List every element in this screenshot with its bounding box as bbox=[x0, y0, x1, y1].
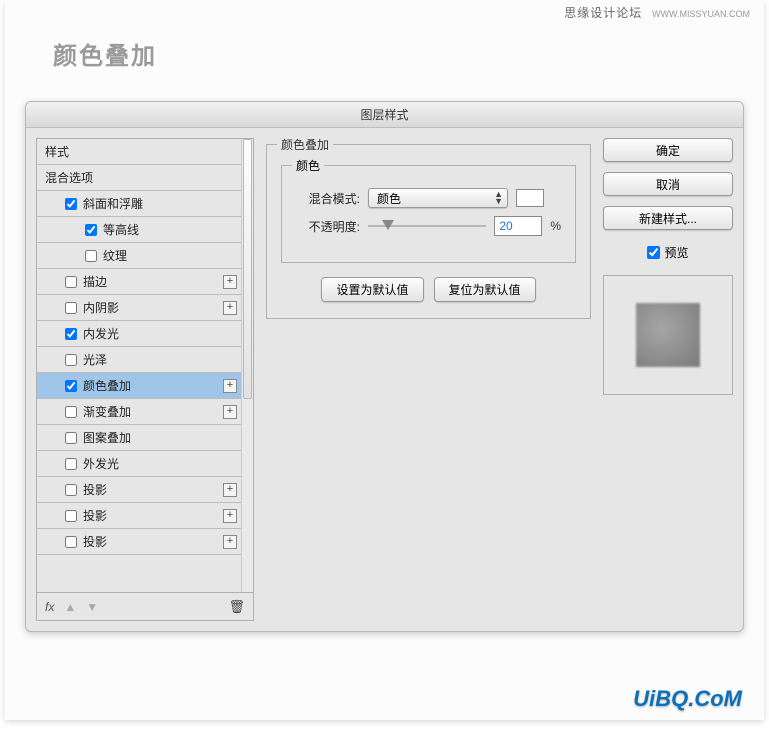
opacity-input[interactable] bbox=[494, 216, 542, 236]
scrollbar[interactable] bbox=[241, 139, 253, 592]
blend-mode-select[interactable]: 颜色 ▲▼ bbox=[368, 188, 508, 208]
style-outer-glow[interactable]: 外发光 bbox=[37, 451, 253, 477]
plus-icon[interactable]: + bbox=[223, 509, 237, 523]
forum-watermark: 思缘设计论坛 WWW.MISSYUAN.COM bbox=[564, 4, 750, 21]
checkbox[interactable] bbox=[65, 484, 77, 496]
checkbox[interactable] bbox=[65, 328, 77, 340]
color-swatch[interactable] bbox=[516, 189, 544, 207]
slider-thumb[interactable] bbox=[382, 220, 394, 230]
preview-checkbox-row: 预览 bbox=[603, 244, 733, 261]
dialog-actions: 确定 取消 新建样式... 预览 bbox=[603, 138, 733, 621]
style-contour[interactable]: 等高线 bbox=[37, 217, 253, 243]
checkbox[interactable] bbox=[65, 354, 77, 366]
style-drop-shadow-2[interactable]: 投影+ bbox=[37, 503, 253, 529]
checkbox[interactable] bbox=[65, 432, 77, 444]
preview-thumbnail bbox=[636, 303, 700, 367]
subgroup-title: 颜色 bbox=[292, 157, 324, 174]
style-stroke[interactable]: 描边+ bbox=[37, 269, 253, 295]
fx-icon[interactable]: fx bbox=[45, 600, 54, 614]
group-title: 颜色叠加 bbox=[277, 136, 333, 153]
styles-footer: fx ▲ ▼ 🗑 bbox=[36, 593, 254, 621]
new-style-button[interactable]: 新建样式... bbox=[603, 206, 733, 230]
style-inner-shadow[interactable]: 内阴影+ bbox=[37, 295, 253, 321]
reset-default-button[interactable]: 复位为默认值 bbox=[434, 277, 536, 302]
watermark-sub: WWW.MISSYUAN.COM bbox=[652, 9, 750, 19]
color-subgroup: 颜色 混合模式: 颜色 ▲▼ 不透明度: bbox=[281, 165, 576, 263]
color-overlay-group: 颜色叠加 颜色 混合模式: 颜色 ▲▼ 不透明度: bbox=[266, 144, 591, 319]
style-pattern-overlay[interactable]: 图案叠加 bbox=[37, 425, 253, 451]
plus-icon[interactable]: + bbox=[223, 483, 237, 497]
preview-label: 预览 bbox=[664, 244, 688, 261]
options-panel: 颜色叠加 颜色 混合模式: 颜色 ▲▼ 不透明度: bbox=[266, 138, 591, 621]
trash-icon[interactable]: 🗑 bbox=[228, 599, 245, 615]
checkbox[interactable] bbox=[65, 302, 77, 314]
style-gradient-overlay[interactable]: 渐变叠加+ bbox=[37, 399, 253, 425]
preview-box bbox=[603, 275, 733, 395]
style-color-overlay[interactable]: 颜色叠加+ bbox=[37, 373, 253, 399]
plus-icon[interactable]: + bbox=[223, 275, 237, 289]
checkbox[interactable] bbox=[85, 224, 97, 236]
styles-list: 样式 混合选项 斜面和浮雕 等高线 纹理 描边+ 内阴影+ 内发光 光泽 颜色叠… bbox=[36, 138, 254, 593]
dialog-title: 图层样式 bbox=[26, 102, 743, 128]
preview-checkbox[interactable] bbox=[647, 246, 660, 259]
layer-style-dialog: 图层样式 样式 混合选项 斜面和浮雕 等高线 纹理 描边+ 内阴影+ 内发光 光… bbox=[25, 101, 744, 632]
watermark-main: 思缘设计论坛 bbox=[564, 6, 642, 20]
checkbox[interactable] bbox=[85, 250, 97, 262]
checkbox[interactable] bbox=[65, 510, 77, 522]
scroll-thumb[interactable] bbox=[243, 139, 252, 399]
plus-icon[interactable]: + bbox=[223, 405, 237, 419]
opacity-slider[interactable] bbox=[368, 219, 486, 233]
checkbox[interactable] bbox=[65, 198, 77, 210]
styles-column: 样式 混合选项 斜面和浮雕 等高线 纹理 描边+ 内阴影+ 内发光 光泽 颜色叠… bbox=[36, 138, 254, 621]
style-texture[interactable]: 纹理 bbox=[37, 243, 253, 269]
style-drop-shadow-3[interactable]: 投影+ bbox=[37, 529, 253, 555]
blend-options-row[interactable]: 混合选项 bbox=[37, 165, 253, 191]
blend-mode-label: 混合模式: bbox=[296, 190, 360, 207]
arrow-down-icon[interactable]: ▼ bbox=[86, 600, 98, 614]
checkbox[interactable] bbox=[65, 380, 77, 392]
select-arrows-icon: ▲▼ bbox=[494, 191, 503, 205]
opacity-label: 不透明度: bbox=[296, 218, 360, 235]
arrow-up-icon[interactable]: ▲ bbox=[64, 600, 76, 614]
opacity-unit: % bbox=[550, 219, 561, 233]
checkbox[interactable] bbox=[65, 406, 77, 418]
set-default-button[interactable]: 设置为默认值 bbox=[321, 277, 423, 302]
checkbox[interactable] bbox=[65, 276, 77, 288]
styles-header[interactable]: 样式 bbox=[37, 139, 253, 165]
style-inner-glow[interactable]: 内发光 bbox=[37, 321, 253, 347]
plus-icon[interactable]: + bbox=[223, 379, 237, 393]
plus-icon[interactable]: + bbox=[223, 535, 237, 549]
plus-icon[interactable]: + bbox=[223, 301, 237, 315]
bottom-watermark: UiBQ.CoM bbox=[633, 686, 742, 712]
cancel-button[interactable]: 取消 bbox=[603, 172, 733, 196]
style-satin[interactable]: 光泽 bbox=[37, 347, 253, 373]
checkbox[interactable] bbox=[65, 458, 77, 470]
checkbox[interactable] bbox=[65, 536, 77, 548]
style-drop-shadow-1[interactable]: 投影+ bbox=[37, 477, 253, 503]
style-bevel-emboss[interactable]: 斜面和浮雕 bbox=[37, 191, 253, 217]
ok-button[interactable]: 确定 bbox=[603, 138, 733, 162]
